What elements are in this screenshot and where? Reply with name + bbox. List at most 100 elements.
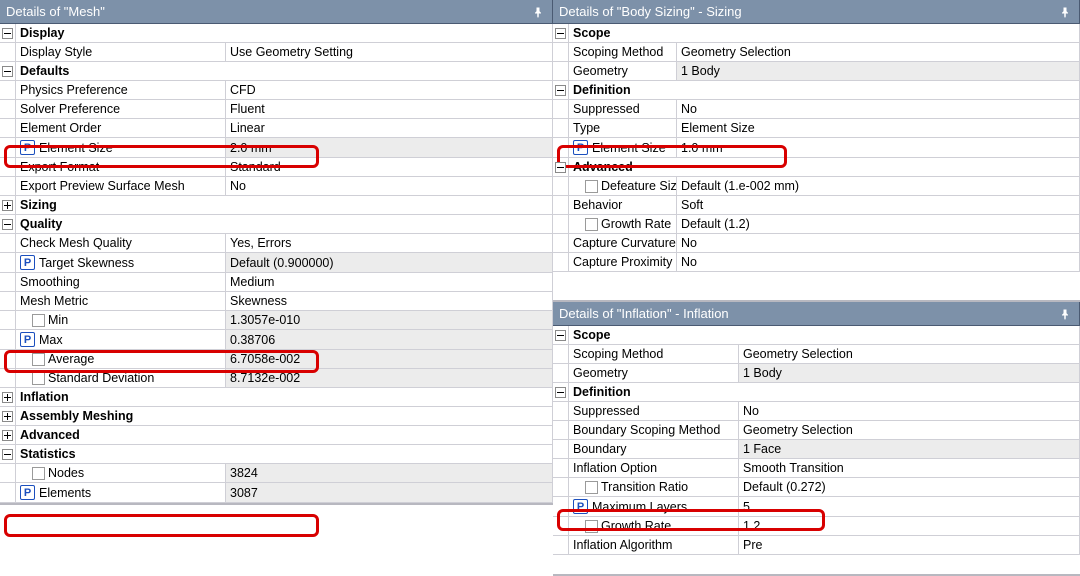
property-label[interactable]: PElements [16, 483, 226, 503]
property-label[interactable]: Capture Curvature [569, 234, 677, 253]
group-header[interactable]: Scope [553, 326, 1080, 345]
collapse-icon[interactable] [555, 85, 566, 96]
pushpin-icon[interactable] [532, 6, 544, 18]
property-label[interactable]: PMax [16, 330, 226, 350]
expander-gutter[interactable] [553, 24, 569, 43]
property-value[interactable]: 1.3057e-010 [226, 311, 553, 330]
property-label[interactable]: Capture Proximity [569, 253, 677, 272]
group-header[interactable]: Display [0, 24, 553, 43]
group-header[interactable]: Defaults [0, 62, 553, 81]
property-label[interactable]: Boundary Scoping Method [569, 421, 739, 440]
property-label[interactable]: Nodes [16, 464, 226, 483]
property-label[interactable]: Defeature Size [569, 177, 677, 196]
collapse-icon[interactable] [2, 28, 13, 39]
property-value[interactable]: Element Size [677, 119, 1080, 138]
property-label[interactable]: PMaximum Layers [569, 497, 739, 517]
property-value[interactable]: 3087 [226, 483, 553, 503]
property-value[interactable]: Pre [739, 536, 1080, 555]
property-label[interactable]: Growth Rate [569, 215, 677, 234]
property-label[interactable]: Min [16, 311, 226, 330]
checkbox[interactable] [585, 481, 598, 494]
group-header-label[interactable]: Definition [569, 81, 1080, 100]
checkbox[interactable] [32, 314, 45, 327]
expander-gutter[interactable] [553, 383, 569, 402]
property-value[interactable]: 1 Face [739, 440, 1080, 459]
property-value[interactable]: No [739, 402, 1080, 421]
property-value[interactable]: Smooth Transition [739, 459, 1080, 478]
collapse-icon[interactable] [555, 387, 566, 398]
property-value[interactable]: Geometry Selection [677, 43, 1080, 62]
collapse-icon[interactable] [2, 66, 13, 77]
group-header[interactable]: Advanced [553, 158, 1080, 177]
group-header[interactable]: Scope [553, 24, 1080, 43]
checkbox[interactable] [32, 372, 45, 385]
expander-gutter[interactable] [0, 426, 16, 445]
property-value[interactable]: Linear [226, 119, 553, 138]
property-label[interactable]: Physics Preference [16, 81, 226, 100]
property-label[interactable]: PElement Size [569, 138, 677, 158]
expander-gutter[interactable] [0, 62, 16, 81]
pushpin-icon[interactable] [1059, 6, 1071, 18]
group-header-label[interactable]: Inflation [16, 388, 553, 407]
property-value[interactable]: Soft [677, 196, 1080, 215]
property-label[interactable]: Type [569, 119, 677, 138]
property-value[interactable]: Use Geometry Setting [226, 43, 553, 62]
group-header-label[interactable]: Defaults [16, 62, 553, 81]
property-label[interactable]: Average [16, 350, 226, 369]
property-label[interactable]: Display Style [16, 43, 226, 62]
property-label[interactable]: Growth Rate [569, 517, 739, 536]
property-label[interactable]: Smoothing [16, 273, 226, 292]
group-header-label[interactable]: Display [16, 24, 553, 43]
pushpin-icon[interactable] [1059, 308, 1071, 320]
checkbox[interactable] [32, 467, 45, 480]
expander-gutter[interactable] [553, 326, 569, 345]
property-label[interactable]: PElement Size [16, 138, 226, 158]
property-value[interactable]: Geometry Selection [739, 421, 1080, 440]
expand-icon[interactable] [2, 392, 13, 403]
expander-gutter[interactable] [0, 445, 16, 464]
property-value[interactable]: Geometry Selection [739, 345, 1080, 364]
property-label[interactable]: Suppressed [569, 402, 739, 421]
expand-icon[interactable] [2, 200, 13, 211]
collapse-icon[interactable] [2, 219, 13, 230]
expand-icon[interactable] [2, 411, 13, 422]
group-header-label[interactable]: Scope [569, 326, 1080, 345]
property-label[interactable]: Mesh Metric [16, 292, 226, 311]
property-value[interactable]: Default (0.272) [739, 478, 1080, 497]
checkbox[interactable] [32, 353, 45, 366]
property-label[interactable]: Geometry [569, 62, 677, 81]
property-value[interactable]: Default (1.e-002 mm) [677, 177, 1080, 196]
property-label[interactable]: Check Mesh Quality [16, 234, 226, 253]
checkbox[interactable] [585, 520, 598, 533]
group-header[interactable]: Advanced [0, 426, 553, 445]
collapse-icon[interactable] [555, 162, 566, 173]
property-value[interactable]: 2.0 mm [226, 138, 553, 158]
expander-gutter[interactable] [0, 24, 16, 43]
property-value[interactable]: CFD [226, 81, 553, 100]
property-value[interactable]: No [677, 100, 1080, 119]
group-header[interactable]: Statistics [0, 445, 553, 464]
property-value[interactable]: 3824 [226, 464, 553, 483]
collapse-icon[interactable] [2, 449, 13, 460]
property-label[interactable]: Behavior [569, 196, 677, 215]
property-label[interactable]: Element Order [16, 119, 226, 138]
parameter-badge-icon[interactable]: P [20, 485, 35, 500]
group-header-label[interactable]: Assembly Meshing [16, 407, 553, 426]
group-header-label[interactable]: Scope [569, 24, 1080, 43]
checkbox[interactable] [585, 218, 598, 231]
property-value[interactable]: Standard [226, 158, 553, 177]
expander-gutter[interactable] [553, 81, 569, 100]
property-value[interactable]: Default (1.2) [677, 215, 1080, 234]
property-value[interactable]: Yes, Errors [226, 234, 553, 253]
expander-gutter[interactable] [0, 215, 16, 234]
group-header-label[interactable]: Advanced [16, 426, 553, 445]
property-value[interactable]: 1.2 [739, 517, 1080, 536]
property-value[interactable]: Fluent [226, 100, 553, 119]
collapse-icon[interactable] [555, 330, 566, 341]
expander-gutter[interactable] [0, 196, 16, 215]
property-label[interactable]: Solver Preference [16, 100, 226, 119]
property-label[interactable]: Scoping Method [569, 345, 739, 364]
parameter-badge-icon[interactable]: P [20, 140, 35, 155]
inflation-panel-title[interactable]: Details of "Inflation" - Inflation [553, 302, 1080, 326]
parameter-badge-icon[interactable]: P [20, 332, 35, 347]
